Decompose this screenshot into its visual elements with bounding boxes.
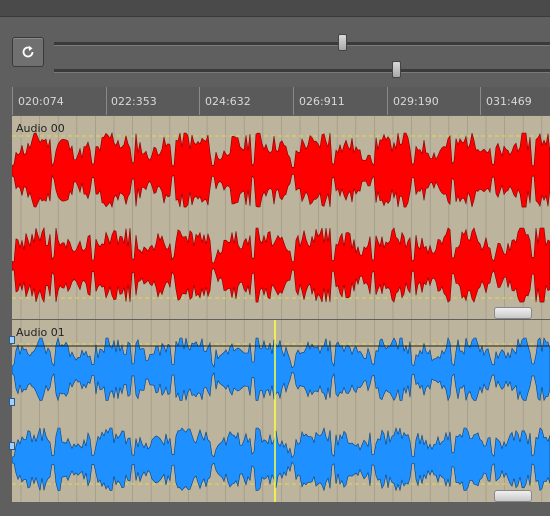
ruler-label: 031:469 [486,95,532,108]
top-strip [0,0,550,17]
waveform-audio-01[interactable] [12,320,550,502]
track-scroll-handle[interactable] [494,307,532,319]
track-name: Audio 00 [16,122,65,135]
bottom-strip [0,502,550,516]
volume-handle[interactable] [9,336,15,344]
ruler-tick [387,87,388,115]
ruler-label: 026:911 [299,95,345,108]
ruler-tick [199,87,200,115]
ruler-tick [293,87,294,115]
volume-handle[interactable] [9,442,15,450]
ruler-tick [106,87,107,115]
track-rail [0,115,12,516]
zoom-slider-thumb[interactable] [392,61,402,78]
track-name: Audio 01 [16,326,65,339]
ruler-label: 024:632 [205,95,251,108]
waveform-audio-00[interactable] [12,116,550,319]
playhead-slider-thumb[interactable] [337,34,347,51]
ruler-label: 020:074 [18,95,64,108]
zoom-slider[interactable] [54,61,550,78]
ruler-tick [12,87,13,115]
playhead-slider[interactable] [54,34,550,51]
ruler-tick [480,87,481,115]
track-scroll-handle[interactable] [494,490,532,502]
track-audio-01[interactable]: Audio 01 [9,320,550,502]
track-audio-00[interactable]: Audio 00 [12,116,550,319]
timeline-ruler[interactable]: 020:074 022:353 024:632 026:911 029:190 … [12,87,550,115]
ruler-label: 029:190 [393,95,439,108]
transport-controls [0,17,550,87]
loop-icon [22,45,34,58]
ruler-label: 022:353 [111,95,157,108]
volume-handle[interactable] [9,398,15,406]
loop-button[interactable] [12,37,44,67]
